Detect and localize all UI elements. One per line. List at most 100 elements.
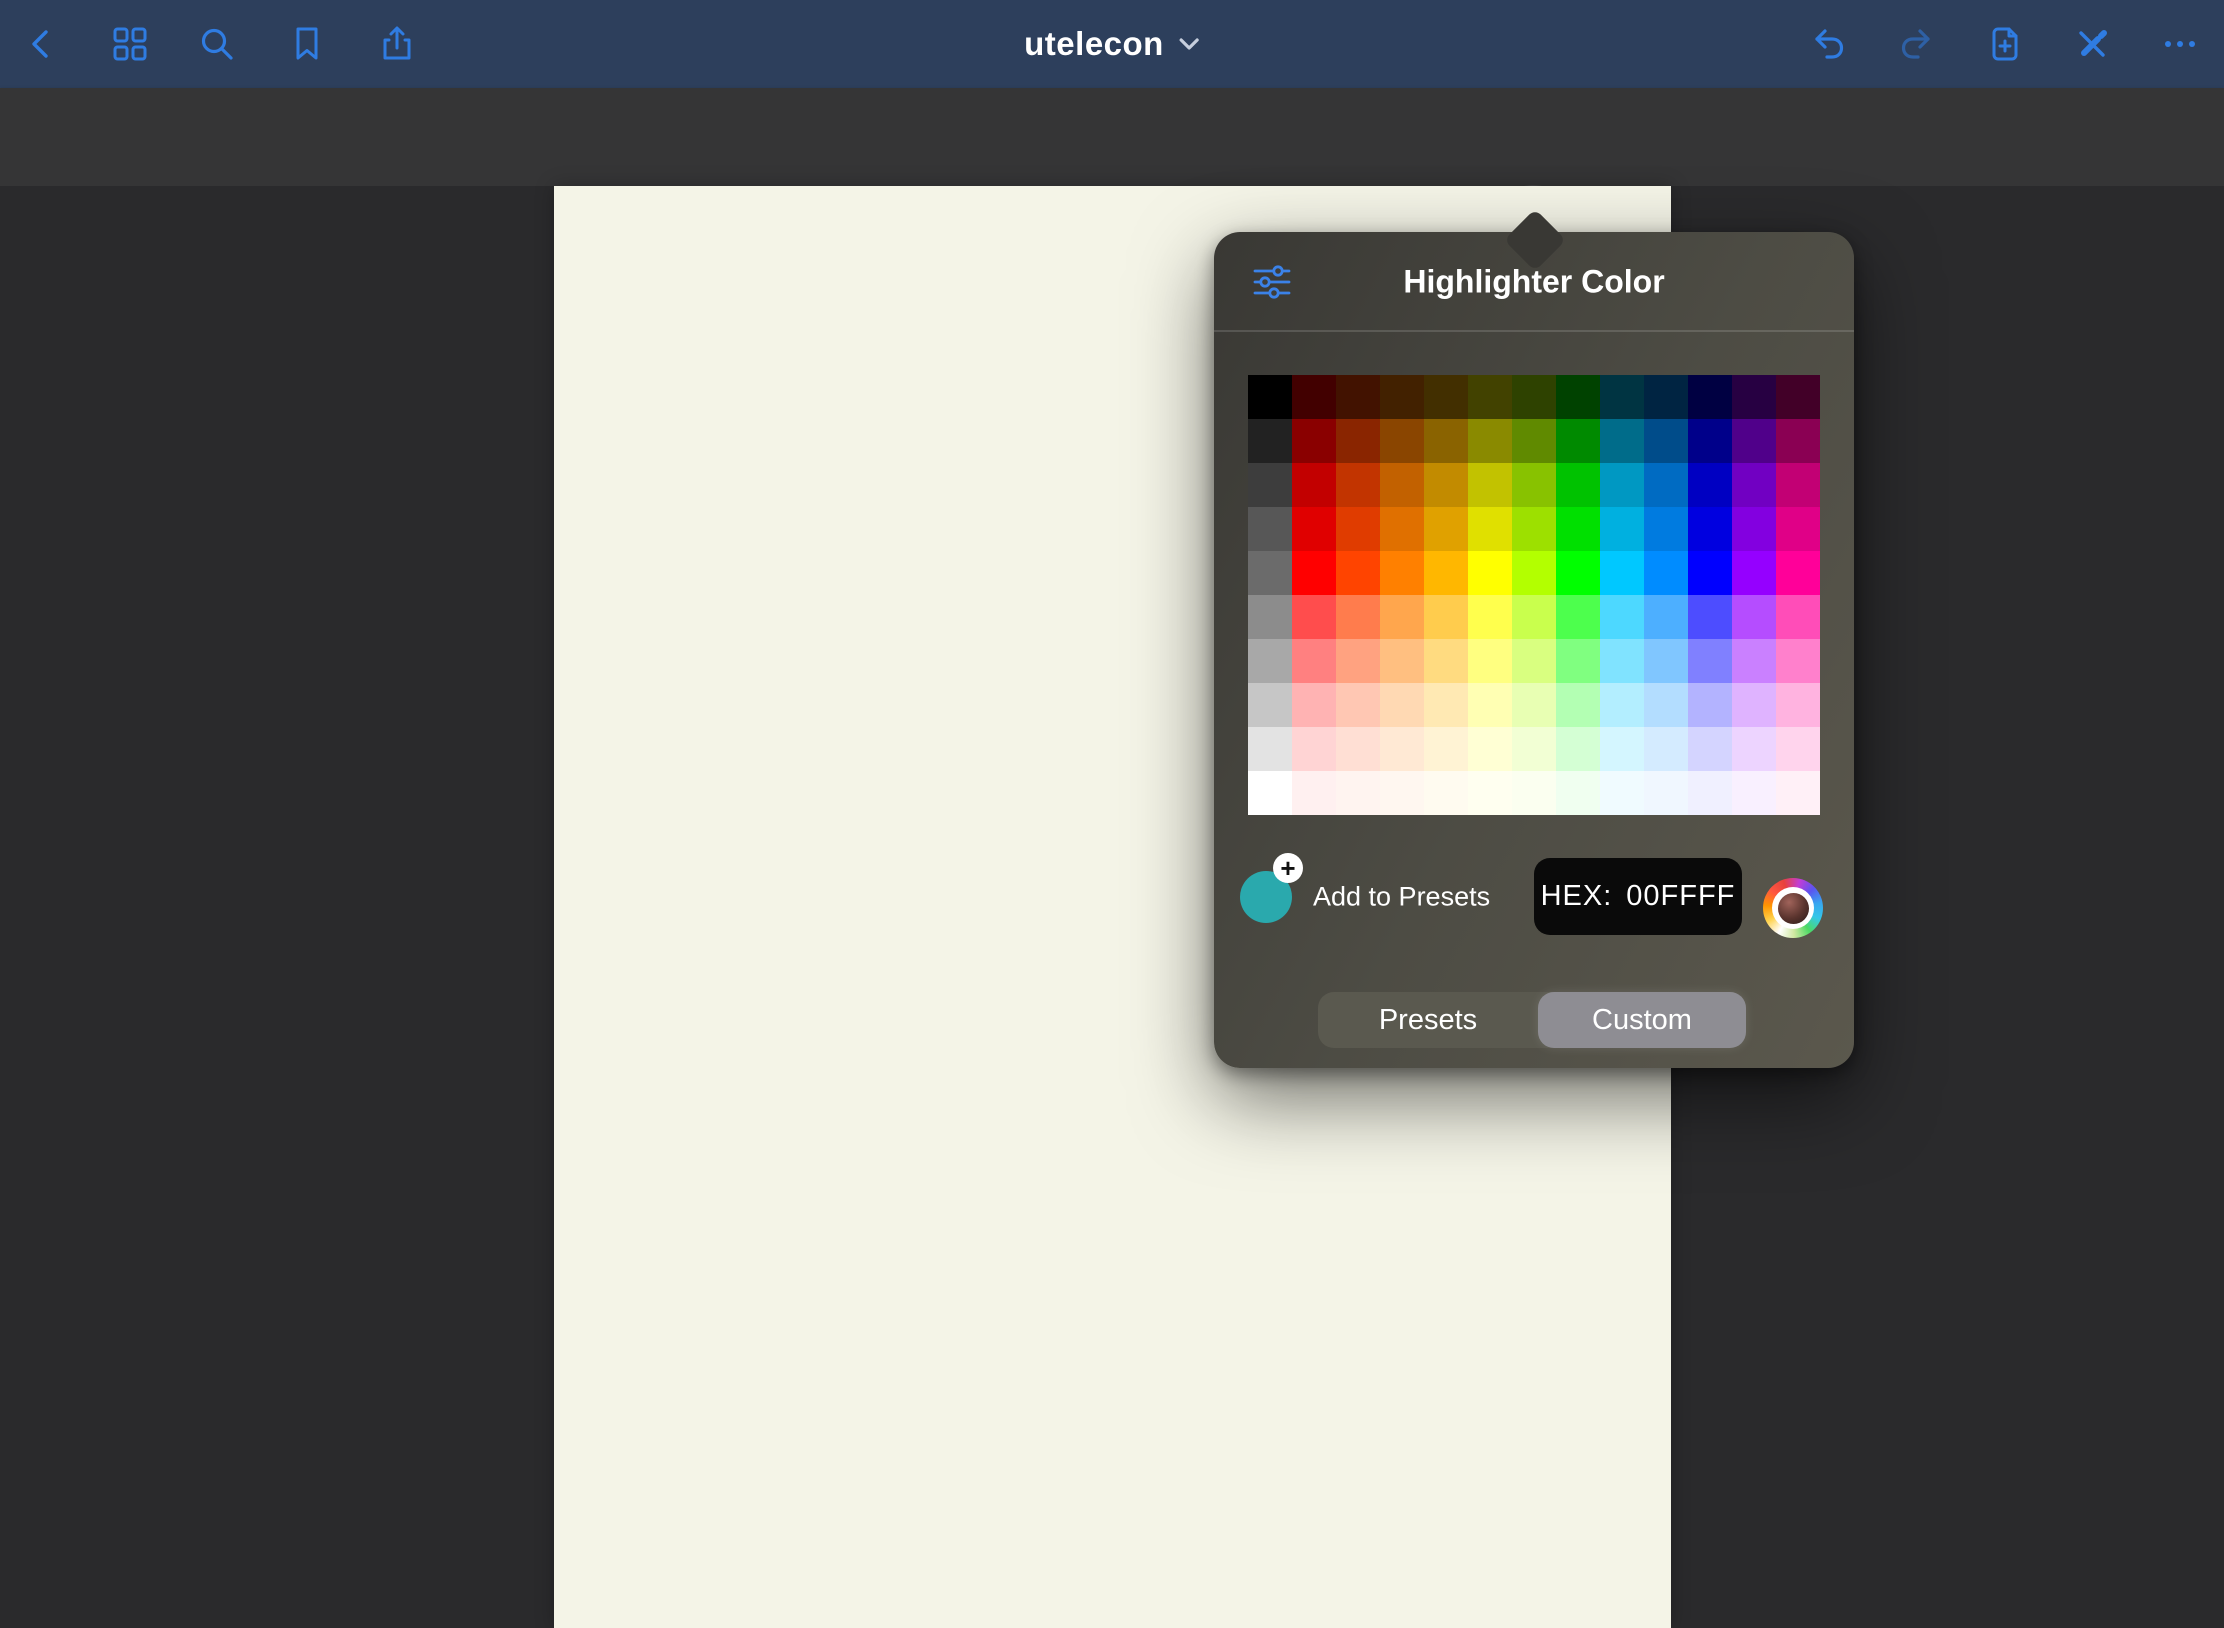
- color-cell[interactable]: [1688, 419, 1732, 463]
- color-cell[interactable]: [1424, 551, 1468, 595]
- color-cell[interactable]: [1336, 639, 1380, 683]
- color-cell[interactable]: [1644, 727, 1688, 771]
- color-cell[interactable]: [1556, 375, 1600, 419]
- color-cell[interactable]: [1512, 595, 1556, 639]
- color-cell[interactable]: [1732, 727, 1776, 771]
- color-cell[interactable]: [1556, 507, 1600, 551]
- document-title-button[interactable]: utelecon: [1024, 25, 1200, 63]
- color-cell[interactable]: [1600, 595, 1644, 639]
- color-cell[interactable]: [1776, 595, 1820, 639]
- hex-input[interactable]: HEX: 00FFFF: [1534, 858, 1742, 935]
- color-cell[interactable]: [1776, 727, 1820, 771]
- color-cell[interactable]: [1512, 551, 1556, 595]
- color-cell[interactable]: [1556, 551, 1600, 595]
- color-cell[interactable]: [1292, 771, 1336, 815]
- color-cell[interactable]: [1556, 683, 1600, 727]
- color-cell[interactable]: [1688, 771, 1732, 815]
- color-cell[interactable]: [1776, 683, 1820, 727]
- color-cell[interactable]: [1336, 771, 1380, 815]
- color-cell[interactable]: [1732, 463, 1776, 507]
- add-to-presets-label[interactable]: Add to Presets: [1313, 882, 1490, 913]
- color-cell[interactable]: [1688, 595, 1732, 639]
- color-cell[interactable]: [1336, 595, 1380, 639]
- add-page-button[interactable]: [1983, 22, 2027, 66]
- color-cell[interactable]: [1732, 639, 1776, 683]
- color-cell[interactable]: [1512, 463, 1556, 507]
- add-preset-plus-button[interactable]: +: [1273, 853, 1303, 883]
- color-cell[interactable]: [1248, 639, 1292, 683]
- pen-mode-off-button[interactable]: [2070, 22, 2114, 66]
- color-cell[interactable]: [1468, 683, 1512, 727]
- color-cell[interactable]: [1556, 419, 1600, 463]
- color-cell[interactable]: [1688, 507, 1732, 551]
- redo-button[interactable]: [1895, 22, 1939, 66]
- color-cell[interactable]: [1292, 683, 1336, 727]
- thickness-settings-button[interactable]: [1250, 260, 1294, 304]
- color-cell[interactable]: [1600, 771, 1644, 815]
- color-cell[interactable]: [1380, 375, 1424, 419]
- color-cell[interactable]: [1380, 727, 1424, 771]
- color-cell[interactable]: [1336, 551, 1380, 595]
- color-cell[interactable]: [1600, 727, 1644, 771]
- color-cell[interactable]: [1512, 375, 1556, 419]
- color-cell[interactable]: [1776, 375, 1820, 419]
- color-cell[interactable]: [1468, 771, 1512, 815]
- color-cell[interactable]: [1468, 419, 1512, 463]
- color-cell[interactable]: [1292, 419, 1336, 463]
- color-cell[interactable]: [1556, 463, 1600, 507]
- color-cell[interactable]: [1732, 683, 1776, 727]
- color-cell[interactable]: [1468, 507, 1512, 551]
- color-cell[interactable]: [1424, 507, 1468, 551]
- color-cell[interactable]: [1292, 551, 1336, 595]
- color-cell[interactable]: [1644, 463, 1688, 507]
- color-cell[interactable]: [1644, 419, 1688, 463]
- color-cell[interactable]: [1336, 727, 1380, 771]
- undo-button[interactable]: [1806, 22, 1850, 66]
- color-cell[interactable]: [1644, 683, 1688, 727]
- color-cell[interactable]: [1248, 727, 1292, 771]
- color-cell[interactable]: [1380, 507, 1424, 551]
- color-cell[interactable]: [1468, 727, 1512, 771]
- color-cell[interactable]: [1248, 463, 1292, 507]
- color-cell[interactable]: [1600, 463, 1644, 507]
- color-cell[interactable]: [1424, 683, 1468, 727]
- color-cell[interactable]: [1512, 639, 1556, 683]
- more-menu-button[interactable]: [2158, 22, 2202, 66]
- color-cell[interactable]: [1600, 639, 1644, 683]
- color-cell[interactable]: [1776, 771, 1820, 815]
- color-cell[interactable]: [1600, 683, 1644, 727]
- color-cell[interactable]: [1600, 375, 1644, 419]
- color-cell[interactable]: [1248, 507, 1292, 551]
- color-cell[interactable]: [1424, 639, 1468, 683]
- color-cell[interactable]: [1380, 595, 1424, 639]
- color-cell[interactable]: [1600, 419, 1644, 463]
- color-cell[interactable]: [1336, 419, 1380, 463]
- back-button[interactable]: [20, 22, 64, 66]
- color-cell[interactable]: [1512, 771, 1556, 815]
- color-cell[interactable]: [1732, 551, 1776, 595]
- color-cell[interactable]: [1644, 375, 1688, 419]
- color-cell[interactable]: [1468, 463, 1512, 507]
- color-cell[interactable]: [1248, 375, 1292, 419]
- color-cell[interactable]: [1776, 551, 1820, 595]
- color-cell[interactable]: [1336, 683, 1380, 727]
- share-button[interactable]: [375, 22, 419, 66]
- color-cell[interactable]: [1776, 419, 1820, 463]
- color-cell[interactable]: [1292, 727, 1336, 771]
- color-cell[interactable]: [1732, 595, 1776, 639]
- color-cell[interactable]: [1292, 375, 1336, 419]
- color-cell[interactable]: [1732, 419, 1776, 463]
- color-cell[interactable]: [1644, 507, 1688, 551]
- color-cell[interactable]: [1776, 639, 1820, 683]
- color-cell[interactable]: [1600, 507, 1644, 551]
- color-cell[interactable]: [1600, 551, 1644, 595]
- color-cell[interactable]: [1380, 683, 1424, 727]
- color-cell[interactable]: [1688, 551, 1732, 595]
- tab-presets[interactable]: Presets: [1318, 992, 1538, 1048]
- color-cell[interactable]: [1424, 375, 1468, 419]
- thumbnails-button[interactable]: [108, 22, 152, 66]
- color-cell[interactable]: [1424, 771, 1468, 815]
- color-cell[interactable]: [1556, 771, 1600, 815]
- color-cell[interactable]: [1644, 639, 1688, 683]
- color-cell[interactable]: [1556, 727, 1600, 771]
